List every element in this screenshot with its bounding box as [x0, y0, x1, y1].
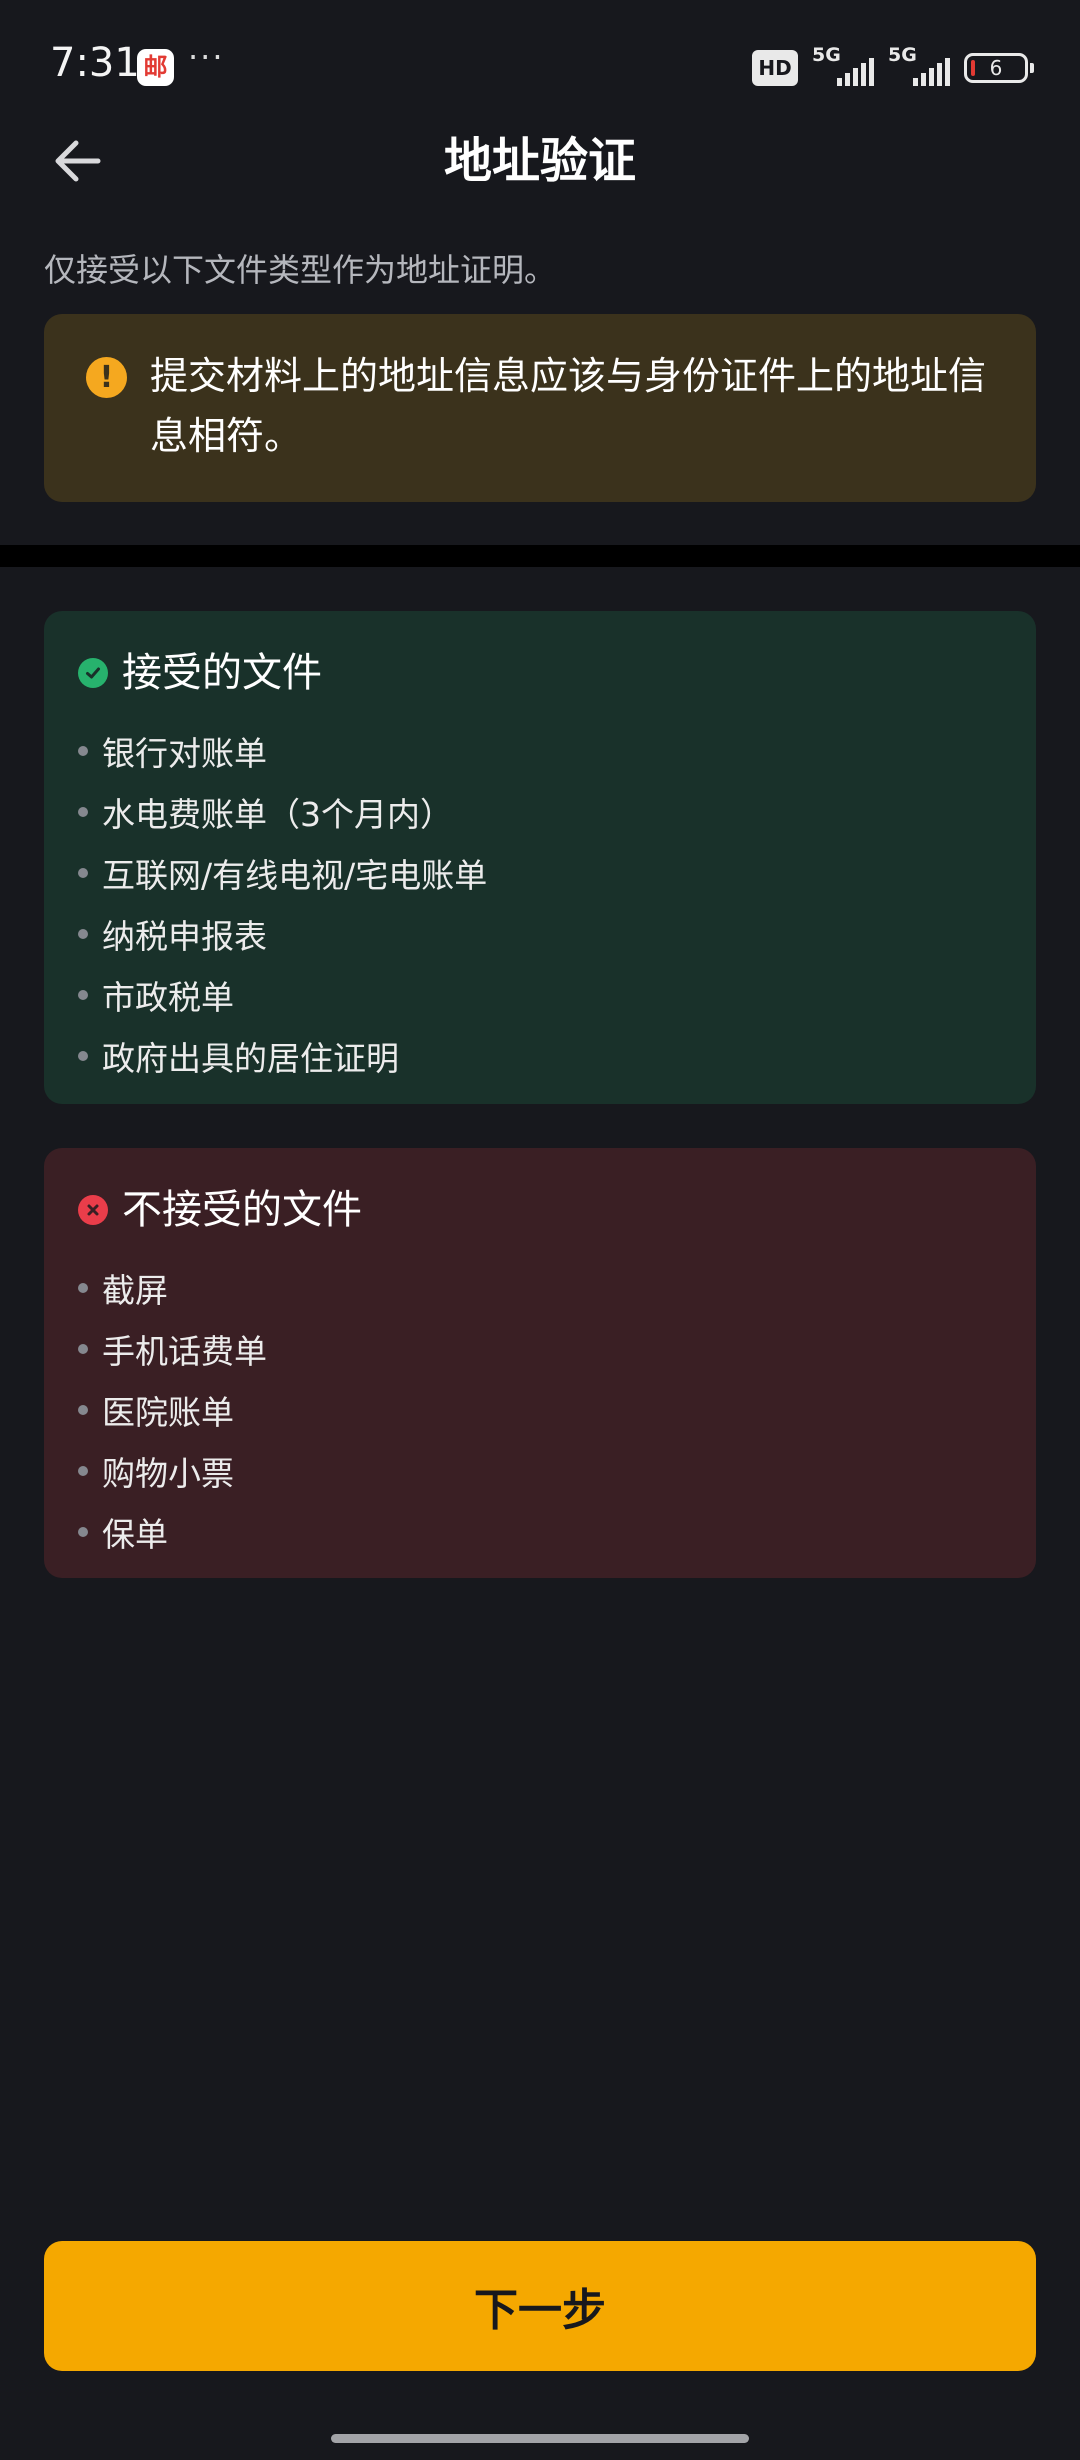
rejected-title: 不接受的文件 — [122, 1187, 362, 1233]
hd-voice-icon: HD — [752, 50, 798, 86]
list-item: 水电费账单（3个月内） — [78, 781, 487, 842]
rejected-list: 截屏 手机话费单 医院账单 购物小票 保单 — [78, 1257, 267, 1562]
intro-text: 仅接受以下文件类型作为地址证明。 — [44, 251, 557, 289]
rejected-header: 不接受的文件 — [78, 1184, 362, 1236]
rejected-documents-card: 不接受的文件 截屏 手机话费单 医院账单 购物小票 保单 — [44, 1148, 1036, 1578]
bullet-dot — [78, 1282, 88, 1293]
list-item: 银行对账单 — [78, 720, 487, 781]
bullet-dot — [78, 745, 88, 756]
list-item: 纳税申报表 — [78, 903, 487, 964]
bullet-dot — [78, 806, 88, 817]
more-notifications-icon: ··· — [188, 38, 225, 76]
next-step-button[interactable]: 下一步 — [44, 2241, 1036, 2371]
accepted-documents-card: 接受的文件 银行对账单 水电费账单（3个月内） 互联网/有线电视/宅电账单 纳税… — [44, 611, 1036, 1104]
signal-1-icon: 5G — [812, 44, 874, 88]
list-item-label: 市政税单 — [102, 977, 234, 1017]
list-item-label: 政府出具的居住证明 — [102, 1038, 399, 1078]
bullet-dot — [78, 1526, 88, 1537]
battery-level: 6 — [989, 56, 1003, 80]
status-indicators: HD 5G 5G 6 — [752, 44, 1034, 90]
list-item: 市政税单 — [78, 964, 487, 1025]
accepted-title: 接受的文件 — [122, 650, 322, 696]
list-item: 互联网/有线电视/宅电账单 — [78, 842, 487, 903]
list-item: 保单 — [78, 1501, 267, 1562]
warning-box: ! 提交材料上的地址信息应该与身份证件上的地址信息相符。 — [44, 314, 1036, 502]
bullet-dot — [78, 1404, 88, 1415]
check-circle-icon — [78, 658, 108, 688]
list-item-label: 银行对账单 — [102, 733, 267, 773]
bullet-dot — [78, 1465, 88, 1476]
list-item-label: 截屏 — [102, 1270, 168, 1310]
list-item: 政府出具的居住证明 — [78, 1025, 487, 1086]
accepted-list: 银行对账单 水电费账单（3个月内） 互联网/有线电视/宅电账单 纳税申报表 市政… — [78, 720, 487, 1086]
bullet-dot — [78, 928, 88, 939]
exclamation-icon: ! — [86, 357, 127, 398]
list-item-label: 手机话费单 — [102, 1331, 267, 1371]
bullet-dot — [78, 989, 88, 1000]
mail-app-icon: 邮 — [137, 49, 174, 86]
home-indicator[interactable] — [331, 2434, 749, 2443]
signal-bars — [913, 58, 950, 86]
battery-icon: 6 — [964, 53, 1034, 83]
list-item: 购物小票 — [78, 1440, 267, 1501]
status-time: 7:31 — [50, 40, 140, 86]
signal-2-icon: 5G — [888, 44, 950, 88]
list-item-label: 保单 — [102, 1514, 168, 1554]
list-item: 医院账单 — [78, 1379, 267, 1440]
bullet-dot — [78, 1050, 88, 1061]
list-item: 截屏 — [78, 1257, 267, 1318]
page-title: 地址验证 — [443, 133, 636, 189]
accepted-header: 接受的文件 — [78, 647, 322, 699]
bullet-dot — [78, 1343, 88, 1354]
list-item-label: 纳税申报表 — [102, 916, 267, 956]
list-item-label: 医院账单 — [102, 1392, 234, 1432]
list-item-label: 水电费账单（3个月内） — [102, 794, 453, 834]
list-item-label: 互联网/有线电视/宅电账单 — [102, 855, 488, 895]
signal-bars — [837, 58, 874, 86]
close-circle-icon — [78, 1195, 108, 1225]
list-item-label: 购物小票 — [102, 1453, 234, 1493]
warning-text: 提交材料上的地址信息应该与身份证件上的地址信息相符。 — [150, 354, 987, 458]
list-item: 手机话费单 — [78, 1318, 267, 1379]
bullet-dot — [78, 867, 88, 878]
section-divider — [0, 545, 1080, 567]
status-bar: 7:31 邮 ··· HD 5G 5G 6 — [0, 0, 1080, 136]
